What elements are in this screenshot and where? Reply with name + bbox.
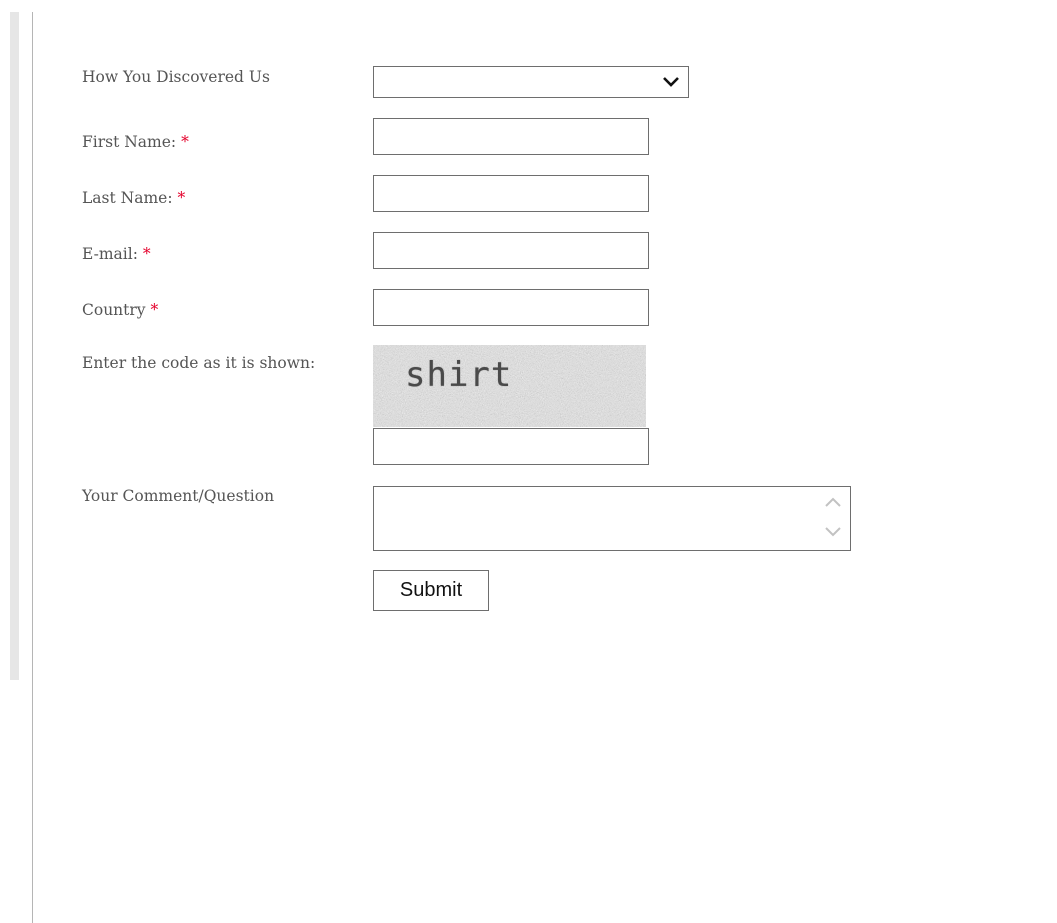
discovered-label-text: How You Discovered Us (82, 68, 270, 86)
left-divider (32, 12, 33, 923)
comment-label: Your Comment/Question (82, 487, 274, 506)
captcha-label-text: Enter the code as it is shown: (82, 354, 316, 372)
chevron-down-icon[interactable] (822, 521, 844, 543)
country-label-text: Country (82, 301, 146, 319)
chevron-down-icon (663, 77, 679, 87)
required-mark: * (181, 133, 189, 151)
country-label: Country * (82, 301, 158, 320)
last-name-label: Last Name: * (82, 189, 185, 208)
captcha-code: shirt (405, 355, 513, 395)
captcha-image: shirt (373, 345, 646, 427)
submit-button[interactable]: Submit (373, 570, 489, 611)
required-mark: * (142, 245, 151, 263)
first-name-field[interactable] (373, 118, 649, 155)
captcha-label: Enter the code as it is shown: (82, 354, 322, 373)
discovered-label: How You Discovered Us (82, 68, 270, 87)
last-name-field[interactable] (373, 175, 649, 212)
email-field[interactable] (373, 232, 649, 269)
comment-label-text: Your Comment/Question (82, 487, 275, 505)
required-mark: * (177, 189, 186, 207)
country-field[interactable] (373, 289, 649, 326)
chevron-up-icon[interactable] (822, 491, 844, 513)
comment-textarea[interactable] (373, 486, 851, 551)
required-mark: * (150, 301, 159, 319)
left-sidebar-strip (10, 12, 19, 680)
captcha-field[interactable] (373, 428, 649, 465)
first-name-label: First Name: * (82, 133, 189, 152)
contact-form-page: How You Discovered Us First Name: * Last… (0, 0, 1057, 923)
email-label: E-mail: * (82, 245, 151, 264)
last-name-label-text: Last Name: (82, 189, 173, 207)
first-name-label-text: First Name: (82, 133, 177, 151)
email-label-text: E-mail: (82, 245, 138, 263)
discovered-select[interactable] (373, 66, 689, 98)
